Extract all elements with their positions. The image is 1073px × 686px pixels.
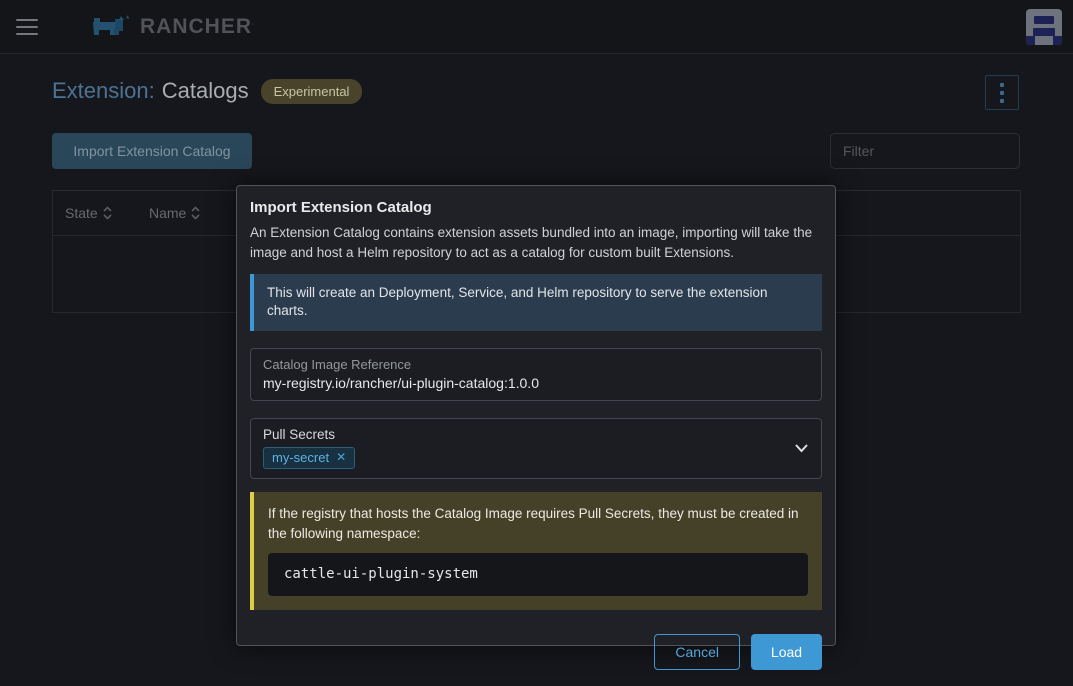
warning-banner-text: If the registry that hosts the Catalog I… [268,504,808,545]
modal-footer: Cancel Load [250,634,822,670]
rancher-app: RANCHER ' Extension: Catalogs Experiment… [0,0,1073,686]
pull-secrets-label: Pull Secrets [263,427,809,442]
catalog-image-reference-field[interactable]: Catalog Image Reference my-registry.io/r… [250,348,822,401]
top-nav-bar: RANCHER ' [0,0,1073,54]
cancel-button[interactable]: Cancel [654,634,740,670]
catalog-image-reference-value: my-registry.io/rancher/ui-plugin-catalog… [263,375,809,391]
experimental-badge: Experimental [261,79,363,104]
import-extension-catalog-button[interactable]: Import Extension Catalog [52,133,252,169]
sort-icon [190,205,201,221]
rancher-cow-icon [90,13,132,41]
rancher-logo: RANCHER ' [90,13,254,41]
namespace-code-block: cattle-ui-plugin-system [268,553,808,596]
catalog-image-reference-label: Catalog Image Reference [263,357,809,372]
page-title-prefix: Extension: [52,78,155,104]
page-header: Extension: Catalogs Experimental [52,78,1021,104]
page-actions-kebab-button[interactable] [985,75,1019,110]
trademark-mark: ' [252,22,254,31]
import-extension-catalog-modal: Import Extension Catalog An Extension Ca… [236,185,836,646]
page-title-main: Catalogs [162,78,249,104]
pull-secrets-select[interactable]: Pull Secrets my-secret ✕ [250,418,822,479]
info-banner: This will create an Deployment, Service,… [250,274,822,330]
modal-description: An Extension Catalog contains extension … [250,223,822,262]
warning-banner: If the registry that hosts the Catalog I… [250,492,822,611]
sort-icon [102,205,113,221]
pull-secret-tag-label: my-secret [272,450,329,465]
column-header-name[interactable]: Name [149,205,201,221]
load-button[interactable]: Load [751,634,822,670]
user-avatar[interactable] [1026,9,1062,45]
brand-name: RANCHER [140,15,252,39]
column-header-state[interactable]: State [53,205,149,221]
modal-title: Import Extension Catalog [250,199,822,216]
hamburger-menu-icon[interactable] [16,19,38,35]
page-title: Extension: Catalogs [52,78,249,104]
remove-tag-icon[interactable]: ✕ [336,450,346,464]
filter-input[interactable] [830,133,1020,169]
chevron-down-icon[interactable] [794,443,809,453]
pull-secret-tag[interactable]: my-secret ✕ [263,447,355,469]
